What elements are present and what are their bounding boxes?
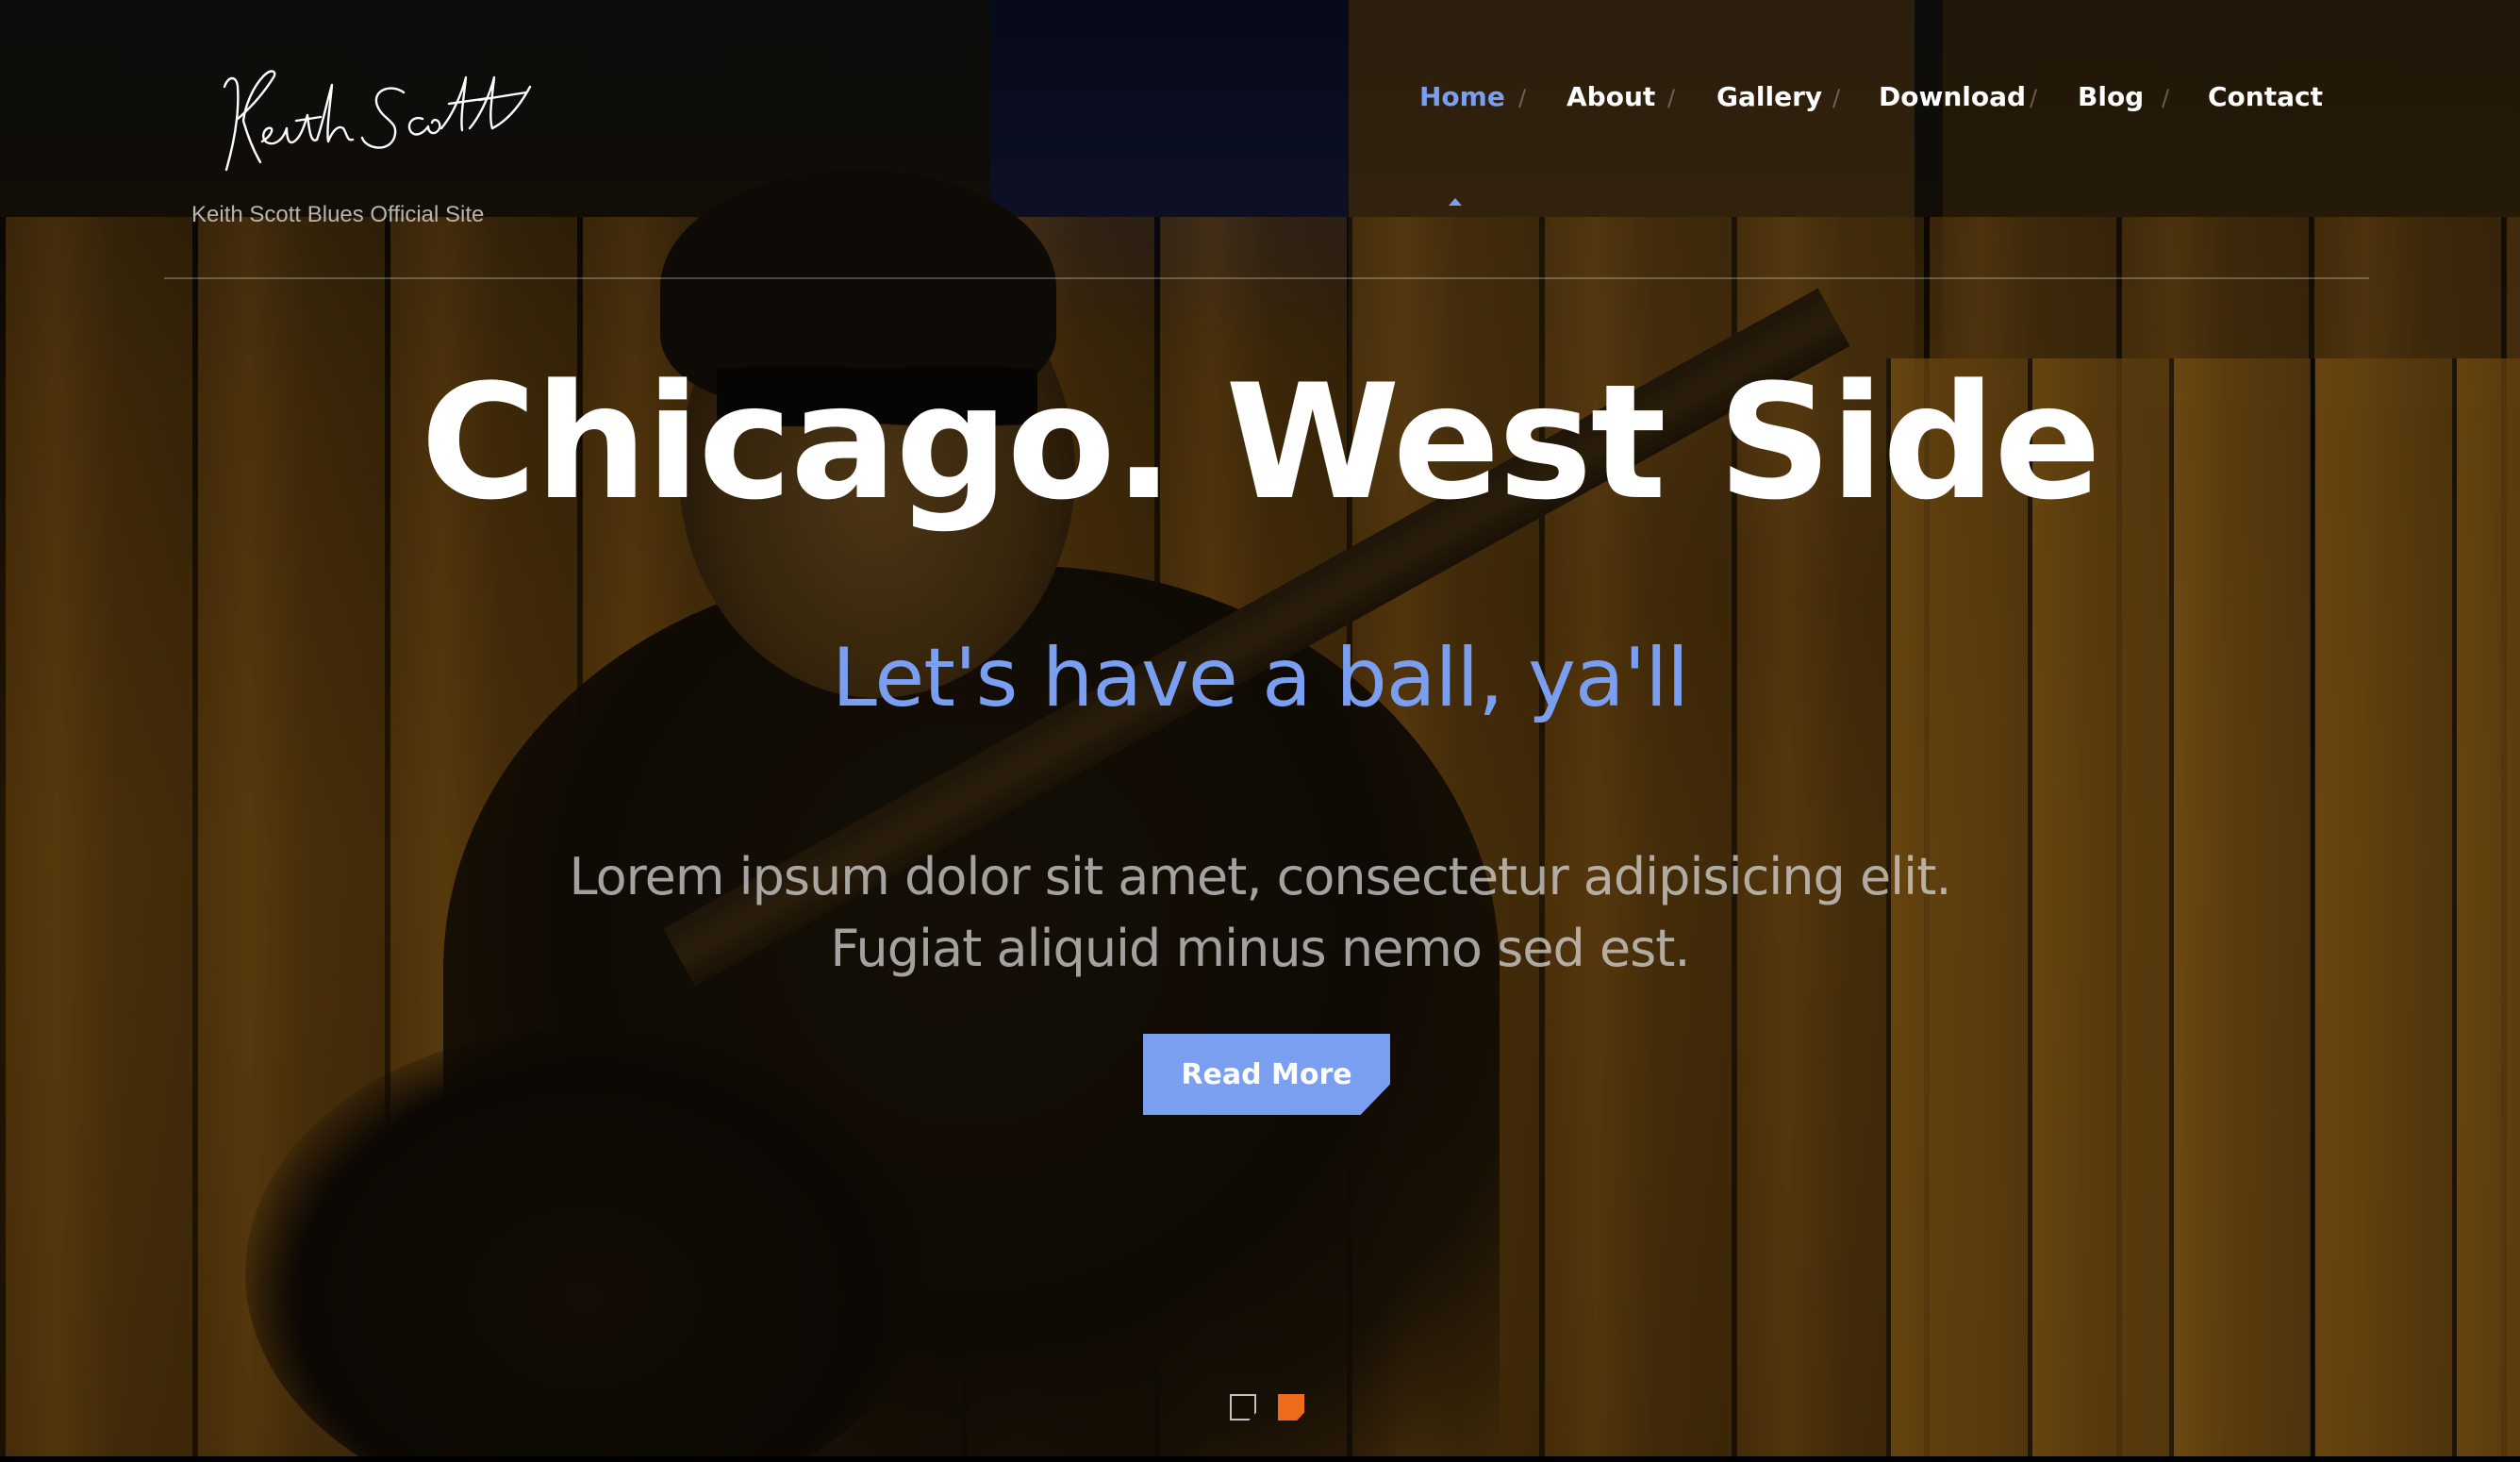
nav-item-download[interactable]: Download bbox=[1879, 81, 2026, 112]
header-divider bbox=[164, 277, 2369, 279]
slider-dot-2-active[interactable] bbox=[1278, 1394, 1304, 1420]
signature-logo-icon bbox=[223, 70, 532, 172]
nav-separator: / bbox=[1832, 85, 1841, 111]
nav-separator: / bbox=[2162, 85, 2170, 111]
slider-dot-1[interactable] bbox=[1230, 1394, 1256, 1420]
bottom-edge bbox=[0, 1456, 2520, 1462]
site-logo[interactable] bbox=[206, 58, 564, 191]
hero-body-line-1: Lorem ipsum dolor sit amet, consectetur … bbox=[569, 847, 1951, 906]
active-nav-caret-icon bbox=[1449, 198, 1462, 206]
hero-section: Keith Scott Blues Official Site Home / A… bbox=[0, 0, 2520, 1462]
hero-body-text: Lorem ipsum dolor sit amet, consectetur … bbox=[0, 841, 2520, 985]
hero-subtitle: Let's have a ball, ya'll bbox=[832, 631, 1689, 725]
nav-item-home[interactable]: Home bbox=[1419, 81, 1505, 112]
hero-body-line-2: Fugiat aliquid minus nemo sed est. bbox=[830, 919, 1690, 978]
nav-item-contact[interactable]: Contact bbox=[2208, 81, 2323, 112]
main-nav: Home / About / Gallery / Download / Blog… bbox=[0, 81, 2520, 119]
nav-separator: / bbox=[1518, 85, 1527, 111]
site-tagline: Keith Scott Blues Official Site bbox=[191, 202, 485, 227]
read-more-button[interactable]: Read More bbox=[1143, 1034, 1390, 1115]
nav-separator: / bbox=[1667, 85, 1676, 111]
nav-separator: / bbox=[2030, 85, 2038, 111]
nav-item-blog[interactable]: Blog bbox=[2078, 81, 2144, 112]
nav-item-gallery[interactable]: Gallery bbox=[1716, 81, 1822, 112]
nav-item-about[interactable]: About bbox=[1567, 81, 1655, 112]
hero-title: Chicago. West Side bbox=[420, 350, 2101, 535]
